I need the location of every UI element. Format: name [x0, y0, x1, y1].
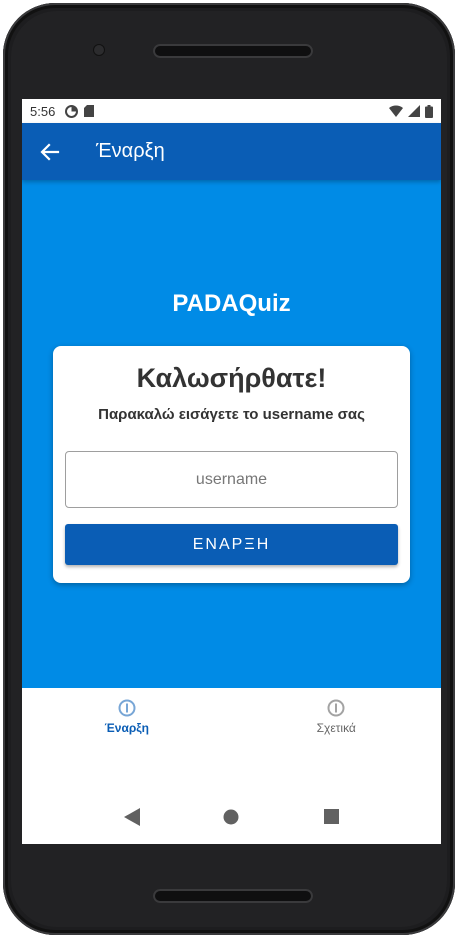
system-recents-button[interactable]: [316, 802, 346, 832]
status-time: 5:56: [30, 103, 56, 119]
circle-home-icon: [223, 809, 239, 824]
app-bar-title: Έναρξη: [96, 140, 165, 162]
sd-card-icon: [84, 105, 95, 117]
system-home-button[interactable]: [216, 802, 246, 832]
system-back-button[interactable]: [117, 802, 147, 832]
device-screen: 5:56 Έναρξη PADAQuiz Καλωσήρθατε! Παρακα…: [22, 99, 441, 844]
start-button[interactable]: ΕΝΑΡΞΗ: [65, 524, 398, 565]
bottom-navigation: Έναρξη Σχετικά: [22, 688, 441, 748]
status-notification-icons: [65, 104, 95, 118]
arrow-left-icon: [40, 142, 60, 161]
system-navigation-bar: [22, 789, 441, 844]
back-button[interactable]: [22, 123, 78, 180]
nav-item-about[interactable]: Σχετικά: [232, 688, 442, 748]
wifi-icon: [389, 105, 403, 117]
app-bar: Έναρξη: [22, 123, 441, 180]
front-camera: [94, 45, 104, 55]
status-bar: 5:56: [22, 99, 441, 123]
data-saver-icon: [65, 104, 79, 118]
info-circle-icon: [118, 699, 136, 717]
welcome-heading: Καλωσήρθατε!: [136, 363, 327, 393]
login-card: Καλωσήρθατε! Παρακαλώ εισάγετε το userna…: [53, 346, 410, 583]
app-name-title: PADAQuiz: [172, 290, 291, 317]
main-content: PADAQuiz Καλωσήρθατε! Παρακαλώ εισάγετε …: [22, 180, 441, 688]
status-system-icons: [389, 104, 433, 118]
nav-item-start[interactable]: Έναρξη: [22, 688, 232, 748]
top-speaker: [153, 44, 313, 58]
square-recents-icon: [323, 809, 339, 824]
nav-label-start: Έναρξη: [104, 721, 149, 735]
instruction-text: Παρακαλώ εισάγετε το username σας: [98, 406, 365, 423]
nav-label-about: Σχετικά: [316, 721, 356, 735]
signal-icon: [408, 105, 420, 117]
triangle-back-icon: [123, 807, 140, 826]
battery-icon: [425, 104, 433, 118]
info-circle-icon: [327, 699, 345, 717]
bottom-speaker: [153, 889, 313, 903]
username-input[interactable]: [65, 451, 398, 508]
